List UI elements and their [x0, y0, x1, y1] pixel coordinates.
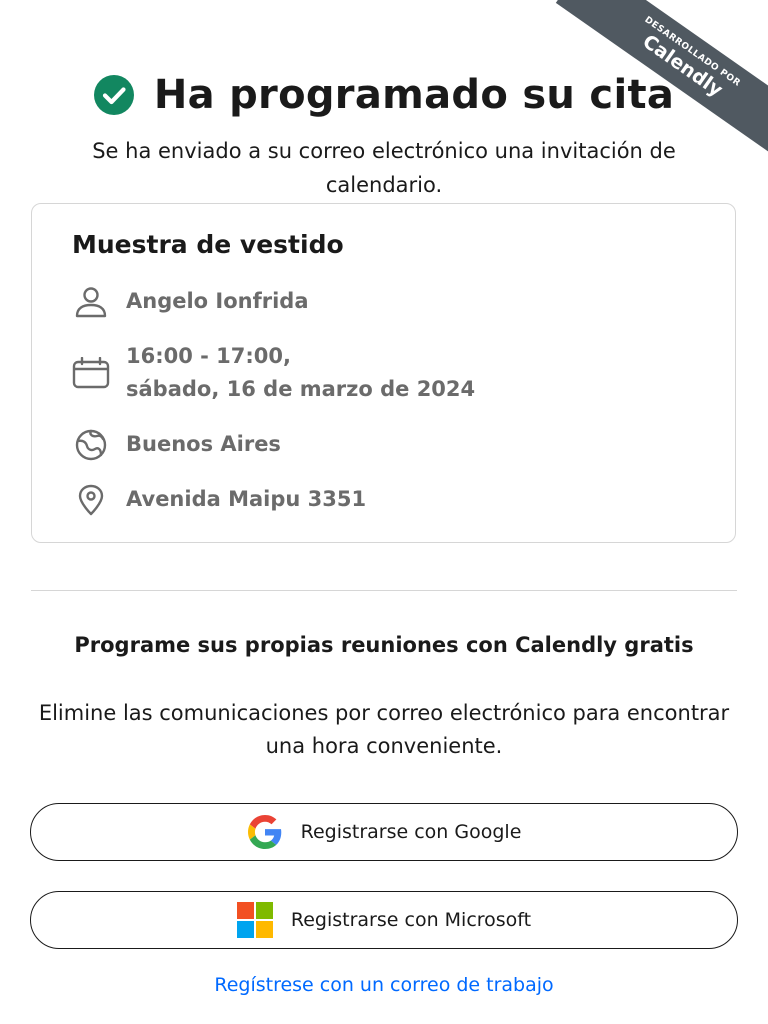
page-title: Ha programado su cita — [153, 72, 675, 118]
event-location-row: Avenida Maipu 3351 — [70, 483, 366, 516]
microsoft-logo-icon — [236, 902, 273, 938]
signup-microsoft-label: Registrarse con Microsoft — [290, 909, 532, 931]
confirmation-subtitle: Se ha enviado a su correo electrónico un… — [92, 139, 676, 197]
promo-text: Elimine las comunicaciones por correo el… — [38, 701, 730, 758]
event-time-row: 16:00 - 17:00, sábado, 16 de marzo de 20… — [70, 340, 475, 406]
confirmation-header: Ha programado su cita — [0, 72, 768, 118]
signup-microsoft-button[interactable]: Registrarse con Microsoft — [30, 891, 738, 949]
globe-icon — [70, 428, 112, 461]
event-title: Muestra de vestido — [72, 230, 344, 259]
event-date: sábado, 16 de marzo de 2024 — [126, 377, 476, 401]
person-icon — [70, 285, 112, 318]
signup-google-button[interactable]: Registrarse con Google — [30, 803, 738, 861]
check-circle-icon — [93, 75, 134, 115]
event-details-card: Muestra de vestido Angelo Ionfrida 16:00… — [31, 203, 736, 543]
event-datetime: 16:00 - 17:00, sábado, 16 de marzo de 20… — [126, 340, 475, 406]
signup-google-label: Registrarse con Google — [300, 821, 522, 843]
promo-title: Programe sus propias reuniones con Calen… — [74, 633, 694, 657]
location-pin-icon — [70, 483, 112, 516]
event-location: Avenida Maipu 3351 — [126, 487, 367, 511]
signup-work-email-link[interactable]: Regístrese con un correo de trabajo — [0, 974, 768, 996]
event-timezone: Buenos Aires — [126, 432, 281, 456]
event-time: 16:00 - 17:00, — [126, 344, 292, 368]
confirmation-page: DESARROLLADO POR Calendly Ha programado … — [0, 0, 768, 1024]
google-logo-icon — [247, 814, 283, 850]
event-timezone-row: Buenos Aires — [70, 428, 281, 461]
section-divider — [31, 590, 737, 591]
calendar-icon — [70, 340, 112, 406]
event-host: Angelo Ionfrida — [126, 289, 309, 313]
event-host-row: Angelo Ionfrida — [70, 285, 309, 318]
